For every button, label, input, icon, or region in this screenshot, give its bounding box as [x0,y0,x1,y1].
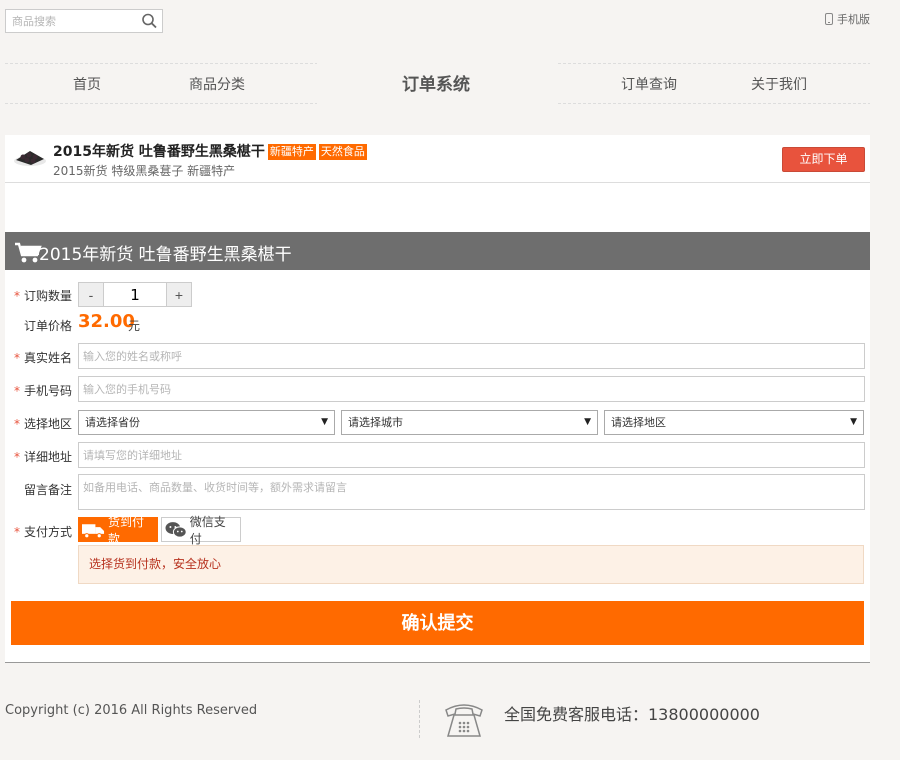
pay-wechat-option[interactable]: 微信支付 [161,515,241,546]
order-now-button[interactable]: 立即下单 [782,147,865,172]
dropdown-arrow-icon: ▼ [584,417,591,427]
pay-cod-label: 货到付款 [108,514,145,546]
price-label: 订单价格 [24,319,73,333]
product-thumbnail [14,151,46,166]
name-label: * 真实姓名 [14,349,72,366]
name-input[interactable] [78,343,865,369]
province-select[interactable]: 请选择省份 ▼ [78,410,335,435]
truck-icon [82,523,105,538]
address-input[interactable] [78,442,865,468]
product-title-text: 2015年新货 吐鲁番野生黑桑椹干 [53,144,265,160]
nav-home[interactable]: 首页 [73,74,101,94]
copyright-text: Copyright (c) 2016 All Rights Reserved [5,703,258,718]
payment-label-text: 支付方式 [24,525,73,539]
mobile-version-link[interactable]: 手机版 [825,11,870,27]
product-title: 2015年新货 吐鲁番野生黑桑椹干 新疆特产 天然食品 [53,141,367,161]
nav-divider [5,63,317,64]
price-unit: 元 [128,319,141,333]
mobile-version-label: 手机版 [837,13,870,26]
city-select[interactable]: 请选择城市 ▼ [341,410,598,435]
note-label: 留言备注 [24,483,73,497]
order-price: 32.00 [78,311,135,332]
product-subtitle: 2015新货 特级黑桑葚子 新疆特产 [53,164,236,178]
required-mark: * [14,351,20,365]
footer-divider [5,662,870,663]
dropdown-arrow-icon: ▼ [850,417,857,427]
quantity-stepper: - + [78,282,192,307]
city-select-value: 请选择城市 [348,416,403,429]
form-title: 2015年新货 吐鲁番野生黑桑椹干 [39,245,292,265]
product-summary-bar: 2015年新货 吐鲁番野生黑桑椹干 新疆特产 天然食品 2015新货 特级黑桑葚子 … [5,135,870,183]
payment-notice: 选择货到付款，安全放心 [78,545,864,584]
address-label: * 详细地址 [14,448,72,465]
pay-cod-option[interactable]: 货到付款 [78,515,158,546]
tag-badge: 天然食品 [318,144,367,160]
district-select[interactable]: 请选择地区 ▼ [604,410,864,435]
required-mark: * [14,450,20,464]
site-brand: 订单系统 [402,75,470,95]
required-mark: * [14,525,20,539]
district-select-value: 请选择地区 [611,416,666,429]
dropdown-arrow-icon: ▼ [321,417,328,427]
quantity-label: * 订购数量 [14,287,72,304]
customer-hotline: 全国免费客服电话：13800000000 [504,705,760,724]
nav-divider [558,63,870,64]
search-input[interactable] [6,10,138,32]
nav-divider [558,103,870,104]
tag-badge: 新疆特产 [267,144,316,160]
name-label-text: 真实姓名 [24,351,73,365]
increment-button[interactable]: + [167,283,191,306]
footer-separator [419,700,420,738]
region-label: * 选择地区 [14,415,72,432]
payment-label: * 支付方式 [14,523,72,540]
note-textarea[interactable] [78,474,865,510]
address-label-text: 详细地址 [24,450,73,464]
pay-wechat-label: 微信支付 [189,514,226,546]
phone-label: * 手机号码 [14,382,72,399]
search-icon[interactable] [140,12,160,30]
quantity-input[interactable] [103,283,167,306]
wechat-icon [165,521,187,538]
nav-about[interactable]: 关于我们 [751,74,807,94]
phone-input[interactable] [78,376,865,402]
decrement-button[interactable]: - [79,283,103,306]
nav-divider [5,103,317,104]
required-mark: * [14,384,20,398]
phone-label-text: 手机号码 [24,384,73,398]
nav-categories[interactable]: 商品分类 [189,74,245,94]
province-select-value: 请选择省份 [85,416,140,429]
required-mark: * [14,417,20,431]
region-label-text: 选择地区 [24,417,73,431]
required-mark: * [14,289,20,303]
submit-button[interactable]: 确认提交 [11,601,864,645]
telephone-icon [445,704,483,737]
search-box [5,9,163,33]
nav-order-lookup[interactable]: 订单查询 [621,74,677,94]
order-form-header: 2015年新货 吐鲁番野生黑桑椹干 [5,232,870,270]
phone-icon [825,13,833,25]
quantity-label-text: 订购数量 [24,289,73,303]
